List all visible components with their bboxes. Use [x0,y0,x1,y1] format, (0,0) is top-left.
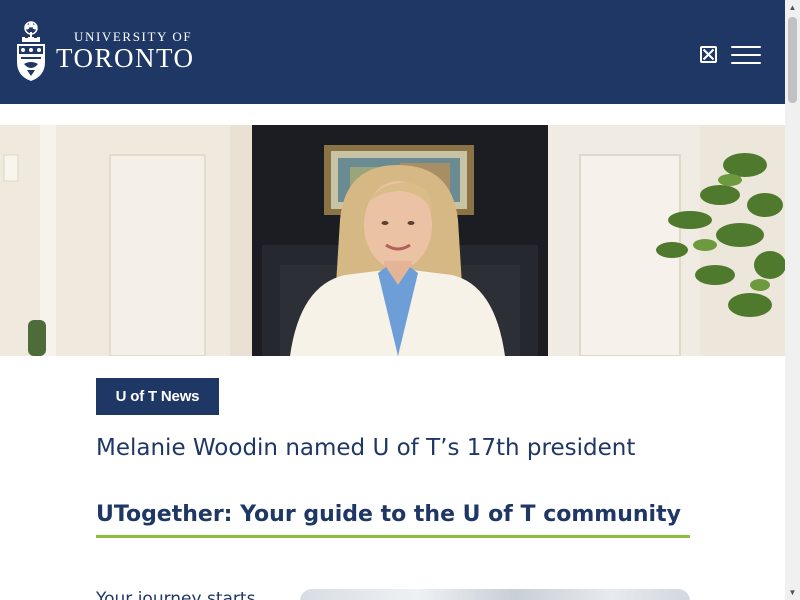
logo-line2: TORONTO [56,43,195,73]
news-headline-link[interactable]: Melanie Woodin named U of T’s 17th presi… [96,433,716,463]
close-box-icon[interactable] [700,46,717,63]
wordmark: UNIVERSITY OF TORONTO [56,29,195,73]
vertical-scrollbar[interactable]: ▲ ▼ [785,0,800,600]
site-header: UNIVERSITY OF TORONTO [0,0,785,104]
news-category-tag[interactable]: U of T News [96,378,219,415]
hamburger-menu-icon[interactable] [731,44,761,66]
university-logo[interactable]: UNIVERSITY OF TORONTO [14,20,195,82]
menu-bar-middle [731,54,761,56]
card-image [300,589,690,600]
scroll-down-arrow-icon[interactable]: ▼ [785,585,800,600]
journey-text: Your journey starts [96,589,256,600]
menu-bar-top [731,46,761,48]
portrait-photo [0,125,785,356]
scroll-thumb[interactable] [788,17,797,103]
close-x-glyph [702,48,715,61]
section-title: UTogether: Your guide to the U of T comm… [96,502,690,538]
logo-line1: UNIVERSITY OF [74,29,193,44]
scroll-up-arrow-icon[interactable]: ▲ [785,0,800,15]
crest-icon [17,21,45,81]
menu-bar-bottom [731,62,761,64]
hero-portrait-image [0,125,785,356]
